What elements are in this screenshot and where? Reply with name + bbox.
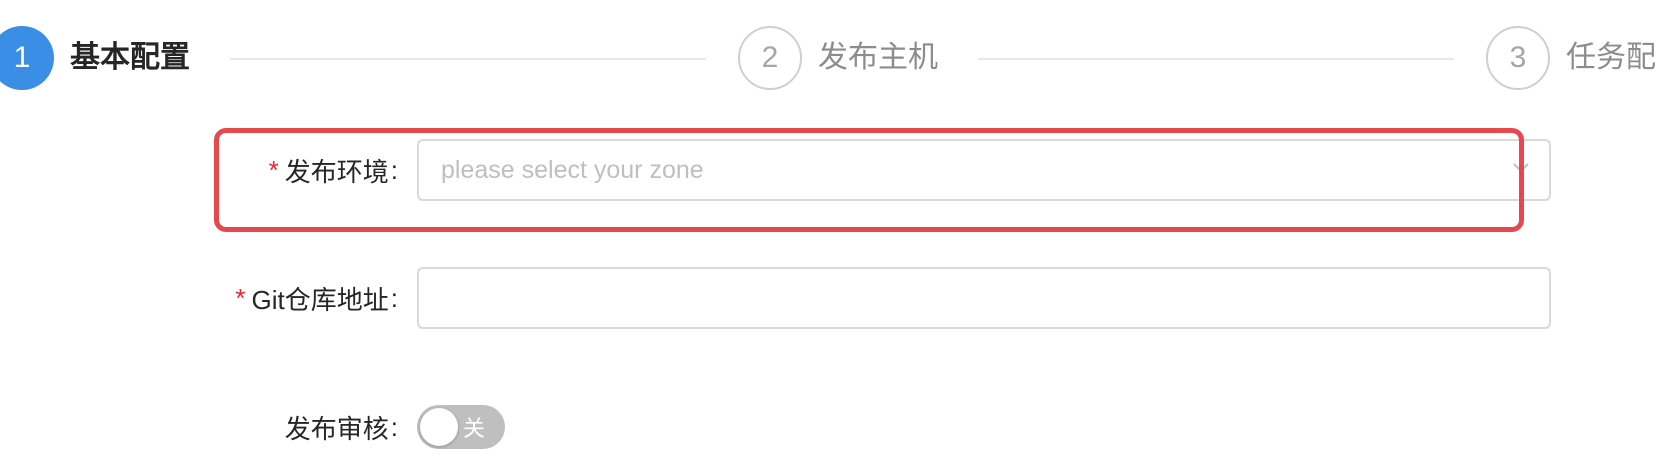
step-3-circle[interactable]: 3: [1486, 26, 1550, 90]
step-connector-1: [230, 58, 706, 60]
form-row-env: * 发布环境 : please select your zone: [0, 139, 1656, 201]
step-1-title[interactable]: 基本配置: [70, 34, 190, 82]
required-mark: *: [268, 154, 279, 185]
git-url-input-wrapper: [417, 267, 1551, 329]
git-label-text: Git仓库地址: [251, 284, 389, 315]
git-url-input[interactable]: [419, 269, 1549, 327]
env-label-text: 发布环境: [284, 156, 389, 187]
chevron-down-icon: [1513, 163, 1529, 173]
review-label: 发布审核 :: [285, 399, 398, 455]
env-select[interactable]: please select your zone: [417, 139, 1551, 201]
step-2-circle[interactable]: 2: [738, 26, 802, 90]
step-connector-2: [978, 58, 1454, 60]
git-label-colon: :: [390, 282, 398, 313]
step-1-number: 1: [13, 41, 31, 74]
review-label-text: 发布审核: [284, 413, 389, 444]
step-3-number: 3: [1509, 41, 1527, 74]
env-select-placeholder: please select your zone: [441, 155, 704, 184]
steps-bar: 1 基本配置 2 发布主机 3 任务配: [0, 0, 1656, 112]
toggle-knob: [420, 408, 458, 446]
form-row-review: 发布审核 : 关: [0, 399, 1656, 455]
review-label-colon: :: [390, 411, 398, 442]
env-label-colon: :: [390, 154, 398, 185]
step-1-circle[interactable]: 1: [0, 26, 54, 90]
git-label: * Git仓库地址 :: [235, 267, 398, 329]
step-2-title[interactable]: 发布主机: [818, 34, 938, 82]
step-2-number: 2: [761, 41, 779, 74]
review-toggle[interactable]: 关: [417, 405, 505, 449]
required-mark: *: [235, 282, 246, 313]
toggle-text: 关: [463, 416, 486, 441]
form-row-git: * Git仓库地址 :: [0, 267, 1656, 329]
step-3-title[interactable]: 任务配: [1566, 34, 1656, 82]
env-label: * 发布环境 :: [269, 139, 398, 201]
